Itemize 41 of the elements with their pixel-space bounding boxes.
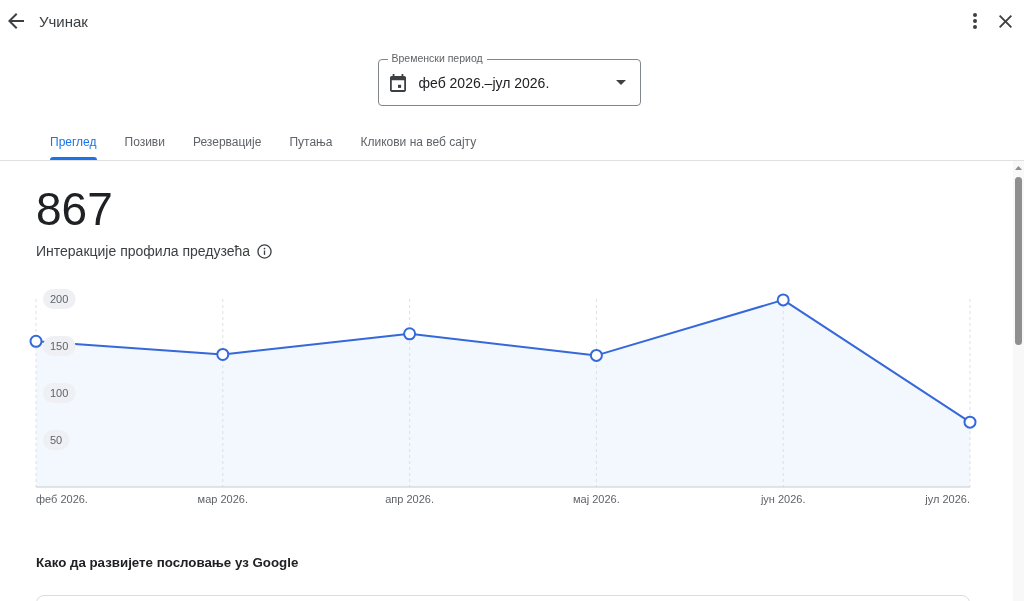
back-arrow-icon xyxy=(8,13,24,29)
data-point xyxy=(216,347,230,361)
more-vertical-icon xyxy=(973,13,977,29)
calendar-icon xyxy=(389,73,406,92)
data-point xyxy=(963,415,977,429)
y-axis-label: 150 xyxy=(43,336,76,356)
x-axis-label: апр 2026. xyxy=(385,493,434,505)
info-icon[interactable] xyxy=(257,243,273,259)
x-axis-label: феб 2026. xyxy=(36,493,88,505)
field-label: Временски период xyxy=(387,52,487,65)
page-title: Учинак xyxy=(39,12,88,30)
tab[interactable]: Путања xyxy=(289,124,333,160)
y-tick-label: 200 xyxy=(50,293,69,305)
tab[interactable]: Позиви xyxy=(124,124,165,160)
x-axis-label: јун 2026. xyxy=(760,493,806,505)
data-point xyxy=(776,293,790,307)
scroll-up-icon[interactable] xyxy=(1015,166,1022,170)
more-options-button[interactable] xyxy=(971,11,979,31)
y-tick-label: 50 xyxy=(50,434,63,446)
tab[interactable]: Преглед xyxy=(50,124,97,160)
metric-label: Интеракције профила предузећа xyxy=(36,242,251,261)
scrollbar-thumb[interactable] xyxy=(1015,177,1022,345)
scrollbar[interactable] xyxy=(1013,161,1024,601)
y-tick-label: 100 xyxy=(50,387,69,399)
tab[interactable]: Кликови на веб сајту xyxy=(360,124,477,160)
close-icon xyxy=(999,14,1012,28)
y-tick-label: 150 xyxy=(50,340,69,352)
y-axis-label: 200 xyxy=(43,289,76,309)
x-axis-label: мај 2026. xyxy=(573,493,620,505)
x-axis-label: мар 2026. xyxy=(197,493,248,505)
total-count: 867 xyxy=(36,186,113,232)
close-button[interactable] xyxy=(997,12,1014,30)
section-heading: Како да развијете пословање уз Google xyxy=(36,554,299,572)
tab[interactable]: Резервације xyxy=(192,124,262,160)
date-range-value: феб 2026.–јул 2026. xyxy=(418,74,551,91)
x-axis-label: јул 2026. xyxy=(925,493,970,505)
dropdown-caret-icon xyxy=(615,80,626,85)
data-point xyxy=(29,334,43,348)
back-button[interactable] xyxy=(6,11,26,31)
data-point xyxy=(589,348,603,362)
data-point xyxy=(403,327,417,341)
